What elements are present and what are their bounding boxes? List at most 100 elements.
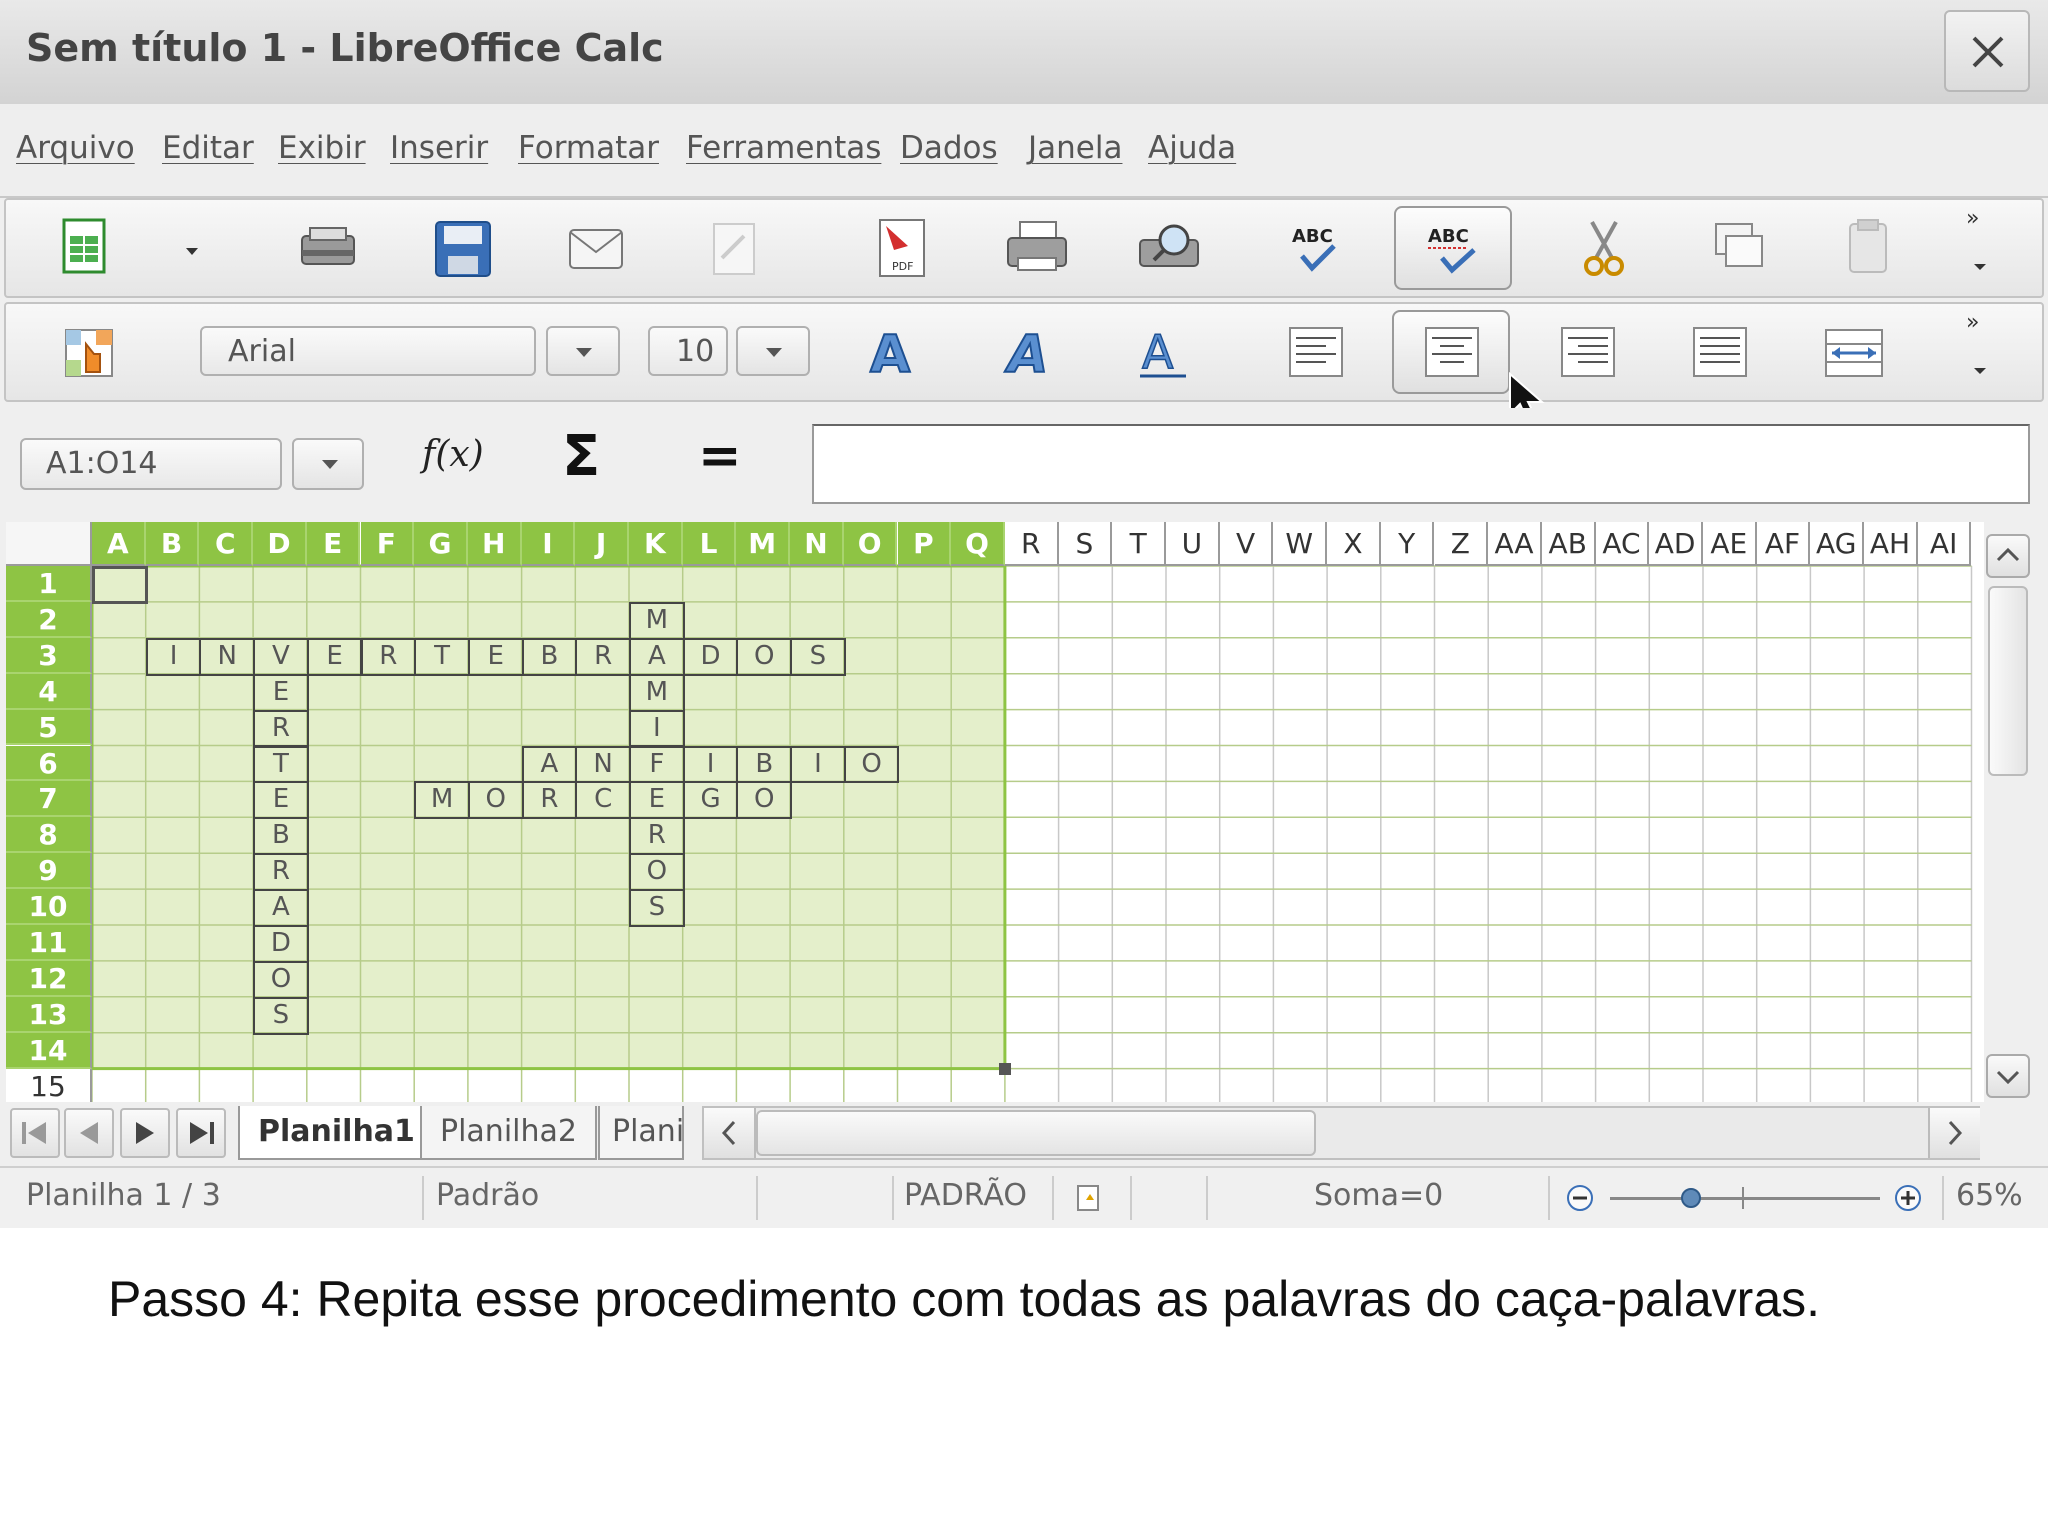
column-header-l[interactable]: L [682,522,737,566]
column-header-y[interactable]: Y [1380,522,1435,566]
spellcheck-button[interactable]: ABC [1258,206,1376,290]
column-header-v[interactable]: V [1219,522,1274,566]
row-header-5[interactable]: 5 [6,709,92,746]
select-all-corner[interactable] [6,522,92,566]
menu-ajuda[interactable]: Ajuda [1148,130,1236,166]
sheet-tab-planilha3[interactable]: Plani [598,1106,684,1160]
scroll-down-button[interactable] [1986,1054,2030,1098]
crossword-cell[interactable]: V [253,637,309,676]
crossword-cell[interactable]: I [629,709,685,748]
crossword-cell[interactable]: A [521,745,578,784]
sum-button[interactable]: Σ [562,424,600,489]
page-style[interactable]: Padrão [436,1178,539,1213]
formula-input[interactable] [812,424,2030,504]
crossword-cell[interactable]: B [521,637,578,676]
column-header-ab[interactable]: AB [1541,522,1596,566]
crossword-cell[interactable]: M [629,601,685,640]
column-header-j[interactable]: J [575,522,629,566]
crossword-cell[interactable]: E [253,781,309,820]
column-header-b[interactable]: B [145,522,200,566]
column-header-c[interactable]: C [199,522,254,566]
menu-inserir[interactable]: Inserir [390,130,488,166]
last-sheet-button[interactable] [176,1108,226,1158]
zoom-slider[interactable] [1610,1187,1880,1209]
crossword-cell[interactable]: I [145,637,202,676]
row-header-10[interactable]: 10 [6,889,92,925]
row-header-1[interactable]: 1 [6,566,92,602]
menu-editar[interactable]: Editar [162,130,254,166]
column-header-e[interactable]: E [306,522,361,566]
column-header-o[interactable]: O [843,522,898,566]
menu-arquivo[interactable]: Arquivo [16,130,135,166]
column-header-aa[interactable]: AA [1488,522,1542,566]
crossword-cell[interactable]: T [253,745,309,784]
scroll-up-button[interactable] [1986,534,2030,578]
menu-dados[interactable]: Dados [900,130,998,166]
crossword-cell[interactable]: C [575,781,631,820]
column-header-ac[interactable]: AC [1595,522,1650,566]
row-header-14[interactable]: 14 [6,1032,92,1069]
crossword-cell[interactable]: R [253,709,309,748]
column-header-ad[interactable]: AD [1649,522,1703,566]
crossword-cell[interactable]: E [306,637,363,676]
crossword-cell[interactable]: F [629,745,685,784]
row-header-12[interactable]: 12 [6,960,92,997]
crossword-cell[interactable]: R [575,637,631,676]
row-header-13[interactable]: 13 [6,996,92,1033]
column-header-a[interactable]: A [92,522,146,566]
crossword-cell[interactable]: R [360,637,417,676]
crossword-cell[interactable]: I [682,745,739,784]
merge-cells-button[interactable] [1796,310,1914,394]
crossword-cell[interactable]: D [253,925,309,963]
row-header-7[interactable]: 7 [6,781,92,818]
menu-formatar[interactable]: Formatar [518,130,659,166]
row-header-11[interactable]: 11 [6,925,92,961]
toolbar-overflow-button[interactable]: » [1966,206,1996,286]
font-size-dropdown[interactable] [736,326,810,376]
row-header-15[interactable]: 15 [6,1068,92,1102]
open-button[interactable] [272,206,390,290]
zoom-level[interactable]: 65% [1956,1178,2023,1213]
menu-janela[interactable]: Janela [1028,130,1122,166]
crossword-cell[interactable]: B [253,817,309,856]
zoom-in-button[interactable] [1892,1182,1924,1222]
row-header-3[interactable]: 3 [6,637,92,674]
column-header-r[interactable]: R [1004,522,1059,566]
crossword-cell[interactable]: O [736,781,793,820]
row-header-9[interactable]: 9 [6,853,92,890]
print-button[interactable] [978,206,1096,290]
first-sheet-button[interactable] [10,1108,60,1158]
row-header-2[interactable]: 2 [6,601,92,638]
edit-file-button[interactable] [674,206,792,290]
column-header-ag[interactable]: AG [1810,522,1865,566]
crossword-cell[interactable]: I [790,745,846,784]
column-header-z[interactable]: Z [1434,522,1489,566]
styles-button[interactable] [42,310,132,394]
function-wizard-button[interactable]: f(x) [422,434,484,475]
column-header-q[interactable]: Q [951,522,1005,566]
crossword-cell[interactable]: T [414,637,470,676]
sheet-tab-planilha2[interactable]: Planilha2 [420,1106,597,1160]
column-header-u[interactable]: U [1166,522,1220,566]
crossword-cell[interactable]: S [253,996,309,1035]
copy-button[interactable] [1678,206,1796,290]
crossword-cell[interactable]: O [843,745,900,784]
new-dropdown-button[interactable] [156,206,206,290]
paste-button[interactable] [1812,206,1930,290]
crossword-cell[interactable]: R [521,781,578,820]
bold-button[interactable]: A [840,310,958,394]
column-header-t[interactable]: T [1112,522,1166,566]
crossword-cell[interactable]: S [629,889,685,927]
scroll-right-button[interactable] [1928,1108,1980,1158]
crossword-cell[interactable]: M [414,781,470,820]
sheet-tab-planilha1[interactable]: Planilha1 [238,1106,435,1160]
crossword-cell[interactable]: E [253,673,309,712]
column-header-h[interactable]: H [467,522,522,566]
column-header-g[interactable]: G [414,522,468,566]
next-sheet-button[interactable] [120,1108,170,1158]
font-name-dropdown[interactable] [546,326,620,376]
align-center-button[interactable] [1392,310,1510,394]
column-header-p[interactable]: P [897,522,952,566]
crossword-cell[interactable]: G [682,781,739,820]
column-header-w[interactable]: W [1273,522,1328,566]
